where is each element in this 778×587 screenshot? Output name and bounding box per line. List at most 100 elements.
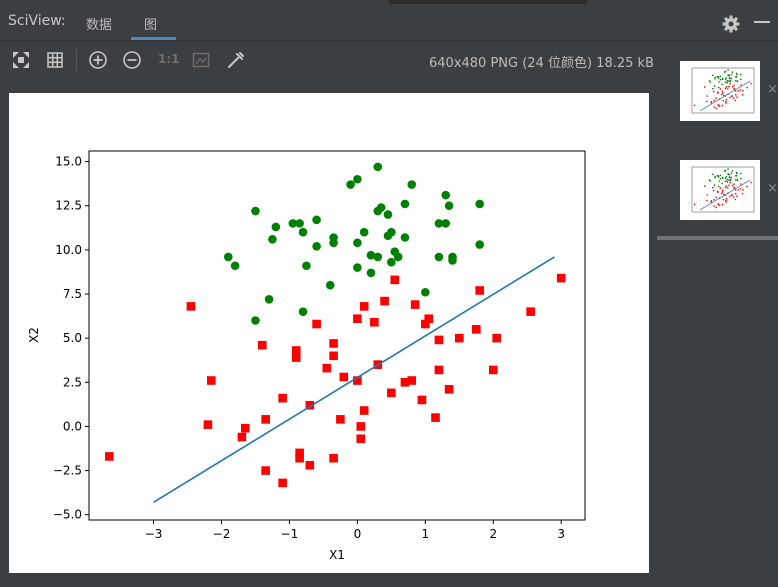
red-point (261, 466, 270, 475)
green-point (400, 199, 410, 209)
panel-divider (657, 236, 778, 240)
red-point (312, 319, 321, 329)
y-tick-label: 12.5 (55, 199, 82, 213)
y-tick-label: −5.0 (53, 508, 82, 522)
red-point (455, 333, 464, 343)
red-point (329, 453, 338, 463)
y-tick-label: 10.0 (55, 243, 82, 257)
red-point (359, 302, 369, 311)
red-point (353, 314, 362, 324)
green-point (346, 180, 355, 189)
active-tab-indicator (131, 37, 176, 40)
gear-icon[interactable] (721, 14, 741, 34)
tab-data[interactable]: 数据 (86, 14, 112, 33)
close-thumbnail-button[interactable]: × (767, 82, 778, 97)
green-point (353, 238, 362, 248)
green-point (448, 252, 457, 262)
green-point (298, 227, 308, 237)
green-point (302, 261, 311, 271)
plots-history-panel: × × (657, 41, 778, 587)
red-point (370, 317, 379, 327)
red-point (556, 273, 566, 283)
green-point (475, 199, 484, 209)
green-point (383, 210, 393, 219)
red-point (390, 275, 400, 285)
red-point (261, 415, 270, 424)
red-point (410, 300, 420, 309)
green-point (230, 261, 240, 271)
x-axis-label: X1 (329, 548, 345, 562)
red-point (407, 376, 417, 385)
toolbar-separator (76, 49, 77, 71)
red-point (240, 423, 250, 433)
fit-screen-icon[interactable] (11, 50, 31, 70)
green-point (329, 233, 338, 242)
red-point (186, 302, 196, 311)
green-point (223, 252, 233, 262)
green-point (251, 206, 260, 216)
red-point (329, 351, 338, 361)
y-tick-label: 5.0 (63, 331, 82, 345)
background-icon[interactable] (191, 50, 211, 70)
red-point (291, 353, 301, 362)
y-axis-label: X2 (27, 327, 41, 343)
grid-icon[interactable] (45, 50, 65, 70)
y-tick-label: −2.5 (53, 464, 82, 478)
red-point (203, 420, 213, 429)
actual-size-button[interactable]: 1:1 (158, 52, 180, 66)
red-point (424, 314, 434, 324)
red-point (295, 453, 304, 463)
plot-frame (88, 150, 586, 521)
green-point (373, 252, 383, 262)
red-point (356, 422, 366, 431)
red-point (329, 339, 338, 348)
green-point (434, 252, 444, 262)
red-point (380, 296, 389, 306)
red-point (359, 406, 369, 415)
red-point (278, 393, 287, 403)
red-point (488, 365, 498, 375)
color-picker-icon[interactable] (226, 50, 246, 70)
zoom-out-icon[interactable] (122, 50, 142, 70)
red-point (417, 395, 427, 405)
red-point (475, 286, 484, 295)
red-point (387, 388, 396, 398)
x-tick-label: −2 (213, 527, 231, 541)
red-point (471, 325, 481, 334)
green-point (251, 316, 260, 325)
image-info: 640x480 PNG (24 位颜色) 18.25 kB (429, 56, 654, 71)
red-point (431, 413, 440, 422)
green-point (441, 190, 451, 200)
red-point (492, 333, 501, 343)
close-thumbnail-button[interactable]: × (767, 181, 778, 196)
red-point (434, 335, 444, 345)
green-point (353, 174, 362, 184)
plot-thumbnail[interactable] (680, 160, 760, 220)
green-point (366, 268, 376, 278)
red-point (305, 460, 315, 470)
green-point (288, 219, 298, 228)
minimize-button[interactable] (754, 21, 770, 23)
red-point (207, 376, 216, 385)
red-point (257, 340, 267, 350)
plot-thumbnail-image (691, 166, 755, 213)
red-point (356, 434, 366, 444)
zoom-in-icon[interactable] (88, 50, 108, 70)
x-tick-label: −1 (281, 527, 299, 541)
green-point (312, 242, 321, 251)
green-point (353, 263, 362, 272)
green-point (264, 295, 274, 304)
red-point (526, 307, 535, 316)
scatter-chart: −3 −2 −1 0 1 2 3 −5.0 −2.5 0.0 2.5 5.0 7.5 10.0 12.5 15… (27, 150, 586, 562)
plot-thumbnail-image (691, 67, 755, 114)
green-point (312, 215, 321, 225)
x-tick-label: 2 (489, 527, 497, 541)
green-point (441, 219, 451, 228)
green-point (444, 201, 454, 211)
tab-plots[interactable]: 图 (144, 14, 157, 33)
plot-thumbnail[interactable] (680, 61, 760, 121)
green-point (393, 252, 403, 262)
red-point (434, 365, 444, 375)
green-point (376, 203, 386, 212)
green-point (359, 227, 369, 237)
